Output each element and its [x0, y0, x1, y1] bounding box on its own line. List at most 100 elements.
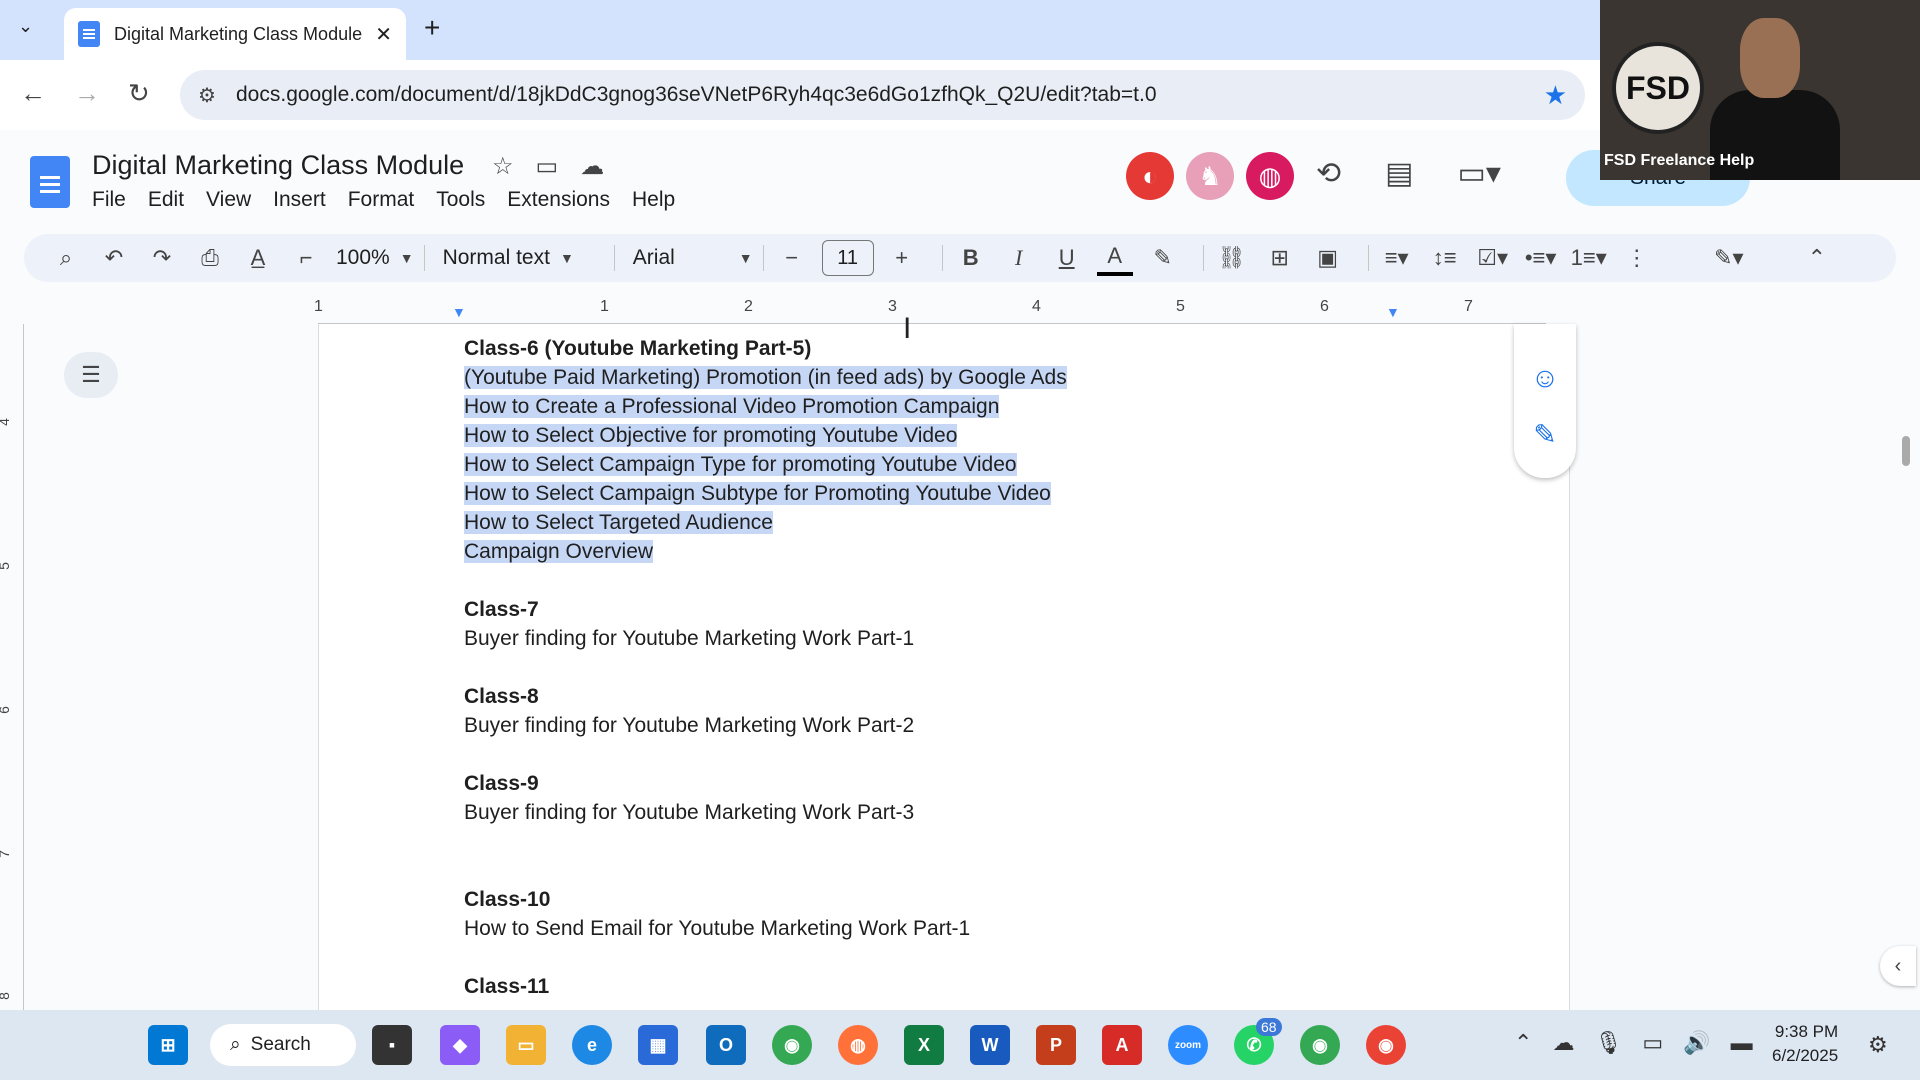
back-icon[interactable]: ← [20, 78, 46, 109]
class7-text: Buyer finding for Youtube Marketing Work… [464, 627, 915, 650]
zoom-select[interactable]: 100% [336, 246, 390, 270]
close-tab-icon[interactable]: ✕ [375, 22, 392, 47]
meet-icon[interactable]: ▭▾ [1458, 156, 1501, 191]
excel-icon[interactable]: X [904, 1025, 944, 1065]
avatar[interactable]: ♞ [1186, 152, 1234, 200]
ruler-number: 8 [0, 992, 12, 1000]
display-icon[interactable]: ▭ [1642, 1030, 1663, 1056]
document-outline-icon[interactable]: ☰ [64, 352, 118, 398]
font-size-input[interactable]: 11 [821, 240, 874, 276]
menu-extensions[interactable]: Extensions [507, 188, 610, 212]
more-icon[interactable]: ⋮ [1619, 240, 1655, 276]
document-title[interactable]: Digital Marketing Class Module [92, 150, 464, 181]
insert-image-icon[interactable]: ▣ [1310, 240, 1346, 276]
copilot-icon[interactable]: ◆ [440, 1025, 480, 1065]
paint-format-icon[interactable]: ⌐ [288, 240, 324, 276]
editing-mode-icon[interactable]: ✎▾ [1711, 240, 1747, 276]
clock[interactable]: 9:38 PM 6/2/2025 [1772, 1020, 1838, 1068]
edge-icon[interactable]: e [572, 1025, 612, 1065]
move-folder-icon[interactable]: ▭ [536, 152, 559, 181]
menu-bar: File Edit View Insert Format Tools Exten… [92, 188, 675, 212]
left-indent-icon[interactable]: ▼ [452, 304, 466, 320]
bookmark-star-icon[interactable]: ★ [1544, 80, 1567, 111]
italic-icon[interactable]: I [1001, 240, 1037, 276]
chrome-profile-icon[interactable]: ◉ [1300, 1025, 1340, 1065]
menu-edit[interactable]: Edit [148, 188, 184, 212]
underline-icon[interactable]: U [1049, 240, 1085, 276]
style-select[interactable]: Normal text [443, 246, 550, 270]
bulleted-list-icon[interactable]: •≡▾ [1523, 240, 1559, 276]
new-tab-icon[interactable]: + [424, 12, 440, 44]
microphone-icon[interactable]: 🎙 [1594, 1030, 1622, 1056]
cloud-status-icon[interactable]: ☁ [580, 152, 604, 181]
side-action-panel: ☺ ✎ [1514, 324, 1576, 478]
chrome-icon[interactable]: ◉ [772, 1025, 812, 1065]
url-field[interactable]: ⚙ docs.google.com/document/d/18jkDdC3gno… [180, 70, 1585, 120]
document-body[interactable]: Class-6 (Youtube Marketing Part-5) (Yout… [464, 334, 1067, 1001]
chevron-up-icon[interactable]: ⌃ [1514, 1030, 1532, 1056]
powerpoint-icon[interactable]: P [1036, 1025, 1076, 1065]
reload-icon[interactable]: ↻ [128, 78, 150, 109]
horizontal-ruler: 1 ▼ 1 2 3 4 5 6 ▼ 7 [0, 292, 1920, 324]
menu-help[interactable]: Help [632, 188, 675, 212]
collapse-toolbar-icon[interactable]: ⌃ [1799, 240, 1835, 276]
class8-heading: Class-8 [464, 685, 539, 708]
menu-format[interactable]: Format [348, 188, 415, 212]
ruler-number: 6 [1320, 298, 1329, 315]
undo-icon[interactable]: ↶ [96, 240, 132, 276]
class9-heading: Class-9 [464, 772, 539, 795]
increase-font-icon[interactable]: + [884, 240, 920, 276]
notification-center-icon[interactable]: ⚙ [1868, 1032, 1888, 1058]
scrollbar[interactable] [1902, 436, 1910, 466]
task-view-icon[interactable]: ▪ [372, 1025, 412, 1065]
tab-search-icon[interactable]: ⌄ [18, 16, 33, 37]
redo-icon[interactable]: ↷ [144, 240, 180, 276]
version-history-icon[interactable]: ⟲ [1316, 156, 1341, 191]
align-icon[interactable]: ≡▾ [1379, 240, 1415, 276]
decrease-font-icon[interactable]: − [774, 240, 810, 276]
spellcheck-icon[interactable]: A̲ [240, 240, 276, 276]
add-comment-icon[interactable]: ⊞ [1262, 240, 1298, 276]
browser-tab[interactable]: Digital Marketing Class Module ✕ [64, 8, 406, 60]
firefox-icon[interactable]: ◍ [838, 1025, 878, 1065]
outlook-icon[interactable]: O [706, 1025, 746, 1065]
right-indent-icon[interactable]: ▼ [1386, 304, 1400, 320]
ruler-number: 3 [888, 298, 897, 315]
start-icon[interactable]: ⊞ [148, 1025, 188, 1065]
avatar[interactable]: ◐ [1126, 152, 1174, 200]
avatar[interactable]: ◍ [1246, 152, 1294, 200]
suggest-edits-icon[interactable]: ✎ [1533, 418, 1556, 451]
checklist-icon[interactable]: ☑▾ [1475, 240, 1511, 276]
menu-view[interactable]: View [206, 188, 251, 212]
site-info-icon[interactable]: ⚙ [198, 83, 216, 108]
docs-logo-icon[interactable] [30, 156, 70, 208]
bold-icon[interactable]: B [953, 240, 989, 276]
link-icon[interactable]: ⛓ [1214, 240, 1250, 276]
volume-icon[interactable]: 🔊 [1683, 1030, 1710, 1056]
word-icon[interactable]: W [970, 1025, 1010, 1065]
comments-icon[interactable]: ▤ [1385, 156, 1413, 191]
star-icon[interactable]: ☆ [492, 152, 514, 181]
text-cursor-icon: I [903, 312, 912, 345]
line-spacing-icon[interactable]: ↕≡ [1427, 240, 1463, 276]
collapse-panel-icon[interactable]: ‹ [1880, 946, 1916, 986]
menu-tools[interactable]: Tools [436, 188, 485, 212]
onedrive-icon[interactable]: ☁ [1552, 1030, 1574, 1056]
emoji-reaction-icon[interactable]: ☺ [1531, 362, 1560, 394]
menu-file[interactable]: File [92, 188, 126, 212]
file-explorer-icon[interactable]: ▭ [506, 1025, 546, 1065]
chrome-profile-2-icon[interactable]: ◉ [1366, 1025, 1406, 1065]
zoom-icon[interactable]: zoom [1168, 1025, 1208, 1065]
numbered-list-icon[interactable]: 1≡▾ [1571, 240, 1607, 276]
store-icon[interactable]: ▦ [638, 1025, 678, 1065]
menu-insert[interactable]: Insert [273, 188, 326, 212]
font-select[interactable]: Arial [633, 246, 729, 270]
text-color-icon[interactable]: A [1096, 240, 1133, 276]
highlight-icon[interactable]: ✎ [1145, 240, 1181, 276]
forward-icon[interactable]: → [74, 78, 100, 109]
acrobat-icon[interactable]: A [1102, 1025, 1142, 1065]
battery-icon[interactable]: ▬ [1731, 1030, 1753, 1056]
print-icon[interactable]: ⎙ [192, 240, 228, 276]
search-menus-icon[interactable]: ⌕ [48, 240, 84, 276]
taskbar-search[interactable]: ⌕ Search [210, 1024, 356, 1066]
